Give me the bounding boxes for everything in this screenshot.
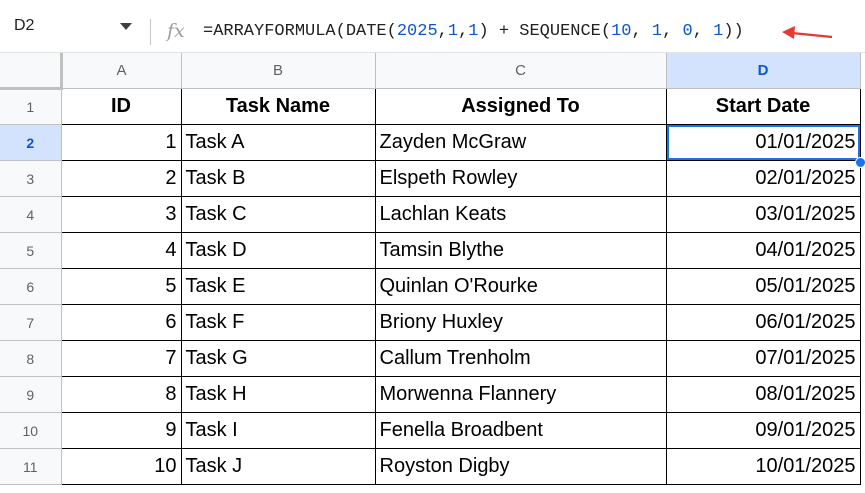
name-box[interactable]: D2 <box>0 0 148 52</box>
select-all-corner[interactable] <box>0 53 63 90</box>
start-date-cell[interactable]: 04/01/2025 <box>666 232 861 269</box>
table-row: 9 8 Task H Morwenna Flannery 08/01/2025 <box>0 376 861 413</box>
task-name-cell[interactable]: Task C <box>181 196 376 233</box>
assigned-to-cell[interactable]: Elspeth Rowley <box>375 160 667 197</box>
name-box-value: D2 <box>14 17 35 34</box>
formula-input[interactable]: =ARRAYFORMULA(DATE(2025,1,1) + SEQUENCE(… <box>203 22 744 41</box>
start-date-cell[interactable]: 07/01/2025 <box>666 340 861 377</box>
row-header[interactable]: 10 <box>0 412 62 449</box>
id-cell[interactable]: 5 <box>61 268 182 305</box>
divider <box>150 19 151 45</box>
start-date-cell[interactable]: 03/01/2025 <box>666 196 861 233</box>
formula-token: 0 <box>682 22 693 41</box>
table-row: 5 4 Task D Tamsin Blythe 04/01/2025 <box>0 232 861 269</box>
formula-token: , <box>692 22 714 41</box>
start-date-cell[interactable]: 06/01/2025 <box>666 304 861 341</box>
assigned-to-cell[interactable]: Tamsin Blythe <box>375 232 667 269</box>
formula-token: , <box>437 22 448 41</box>
table-row: 8 7 Task G Callum Trenholm 07/01/2025 <box>0 340 861 377</box>
id-cell[interactable]: 9 <box>61 412 182 449</box>
formula-token: 2025 <box>396 22 438 41</box>
start-date-cell[interactable]: 08/01/2025 <box>666 376 861 413</box>
table-row: 3 2 Task B Elspeth Rowley 02/01/2025 <box>0 160 861 197</box>
id-cell[interactable]: 6 <box>61 304 182 341</box>
task-name-cell[interactable]: Task H <box>181 376 376 413</box>
task-name-cell[interactable]: Task E <box>181 268 376 305</box>
formula-token: =ARRAYFORMULA(DATE( <box>203 22 397 41</box>
row-header[interactable]: 4 <box>0 196 62 233</box>
formula-bar: D2 fx =ARRAYFORMULA(DATE(2025,1,1) + SEQ… <box>0 0 865 53</box>
id-cell[interactable]: 4 <box>61 232 182 269</box>
task-name-cell[interactable]: Task I <box>181 412 376 449</box>
table-row: 4 3 Task C Lachlan Keats 03/01/2025 <box>0 196 861 233</box>
row-header[interactable]: 9 <box>0 376 62 413</box>
row-header[interactable]: 1 <box>0 88 62 125</box>
fx-icon: fx <box>167 20 185 42</box>
formula-token: 1 <box>447 22 459 41</box>
table-row: 2 1 Task A Zayden McGraw 01/01/2025 <box>0 124 861 161</box>
row-header[interactable]: 3 <box>0 160 62 197</box>
row-header[interactable]: 2 <box>0 124 62 161</box>
column-header-c[interactable]: C <box>375 53 667 89</box>
formula-token: 1 <box>468 22 479 41</box>
id-cell[interactable]: 1 <box>61 124 182 161</box>
start-date-cell[interactable]: 10/01/2025 <box>666 448 861 485</box>
formula-token: ) + SEQUENCE( <box>478 22 612 41</box>
id-cell[interactable]: 10 <box>61 448 182 485</box>
table-row: 10 9 Task I Fenella Broadbent 09/01/2025 <box>0 412 861 449</box>
id-cell[interactable]: 3 <box>61 196 182 233</box>
start-date-cell-selected[interactable]: 01/01/2025 <box>666 124 861 161</box>
assigned-to-cell[interactable]: Briony Huxley <box>375 304 667 341</box>
column-header-a[interactable]: A <box>61 53 182 89</box>
row-header[interactable]: 7 <box>0 304 62 341</box>
id-cell[interactable]: 7 <box>61 340 182 377</box>
task-name-cell[interactable]: Task G <box>181 340 376 377</box>
task-name-cell[interactable]: Task D <box>181 232 376 269</box>
start-date-cell[interactable]: 05/01/2025 <box>666 268 861 305</box>
column-header-d[interactable]: D <box>666 53 861 89</box>
task-name-cell[interactable]: Task B <box>181 160 376 197</box>
spreadsheet-grid: A B C D 1 ID Task Name Assigned To Start… <box>0 53 861 485</box>
assigned-to-cell[interactable]: Royston Digby <box>375 448 667 485</box>
header-cell-task-name[interactable]: Task Name <box>181 88 376 125</box>
task-name-cell[interactable]: Task F <box>181 304 376 341</box>
header-cell-assigned-to[interactable]: Assigned To <box>375 88 667 125</box>
arrow-annotation-icon <box>782 26 833 39</box>
assigned-to-cell[interactable]: Quinlan O'Rourke <box>375 268 667 305</box>
assigned-to-cell[interactable]: Zayden McGraw <box>375 124 667 161</box>
row-header[interactable]: 5 <box>0 232 62 269</box>
start-date-cell[interactable]: 02/01/2025 <box>666 160 861 197</box>
row-header[interactable]: 8 <box>0 340 62 377</box>
table-row: 11 10 Task J Royston Digby 10/01/2025 <box>0 448 861 485</box>
formula-token: 10 <box>611 22 632 41</box>
formula-token: )) <box>723 22 744 41</box>
row-header[interactable]: 6 <box>0 268 62 305</box>
start-date-cell[interactable]: 09/01/2025 <box>666 412 861 449</box>
assigned-to-cell[interactable]: Lachlan Keats <box>375 196 667 233</box>
column-header-b[interactable]: B <box>181 53 376 89</box>
formula-token: , <box>662 22 683 41</box>
id-cell[interactable]: 8 <box>61 376 182 413</box>
task-name-cell[interactable]: Task J <box>181 448 376 485</box>
table-row: 6 5 Task E Quinlan O'Rourke 05/01/2025 <box>0 268 861 305</box>
formula-token: , <box>631 22 652 41</box>
header-cell-start-date[interactable]: Start Date <box>666 88 861 125</box>
formula-token: 1 <box>651 22 663 41</box>
row-header[interactable]: 11 <box>0 448 62 485</box>
id-cell[interactable]: 2 <box>61 160 182 197</box>
fill-handle[interactable] <box>855 157 865 168</box>
assigned-to-cell[interactable]: Fenella Broadbent <box>375 412 667 449</box>
header-cell-id[interactable]: ID <box>61 88 182 125</box>
formula-token: 1 <box>713 22 724 41</box>
task-name-cell[interactable]: Task A <box>181 124 376 161</box>
chevron-down-icon[interactable] <box>120 23 132 30</box>
assigned-to-cell[interactable]: Morwenna Flannery <box>375 376 667 413</box>
table-row: 7 6 Task F Briony Huxley 06/01/2025 <box>0 304 861 341</box>
assigned-to-cell[interactable]: Callum Trenholm <box>375 340 667 377</box>
formula-token: , <box>458 22 469 41</box>
